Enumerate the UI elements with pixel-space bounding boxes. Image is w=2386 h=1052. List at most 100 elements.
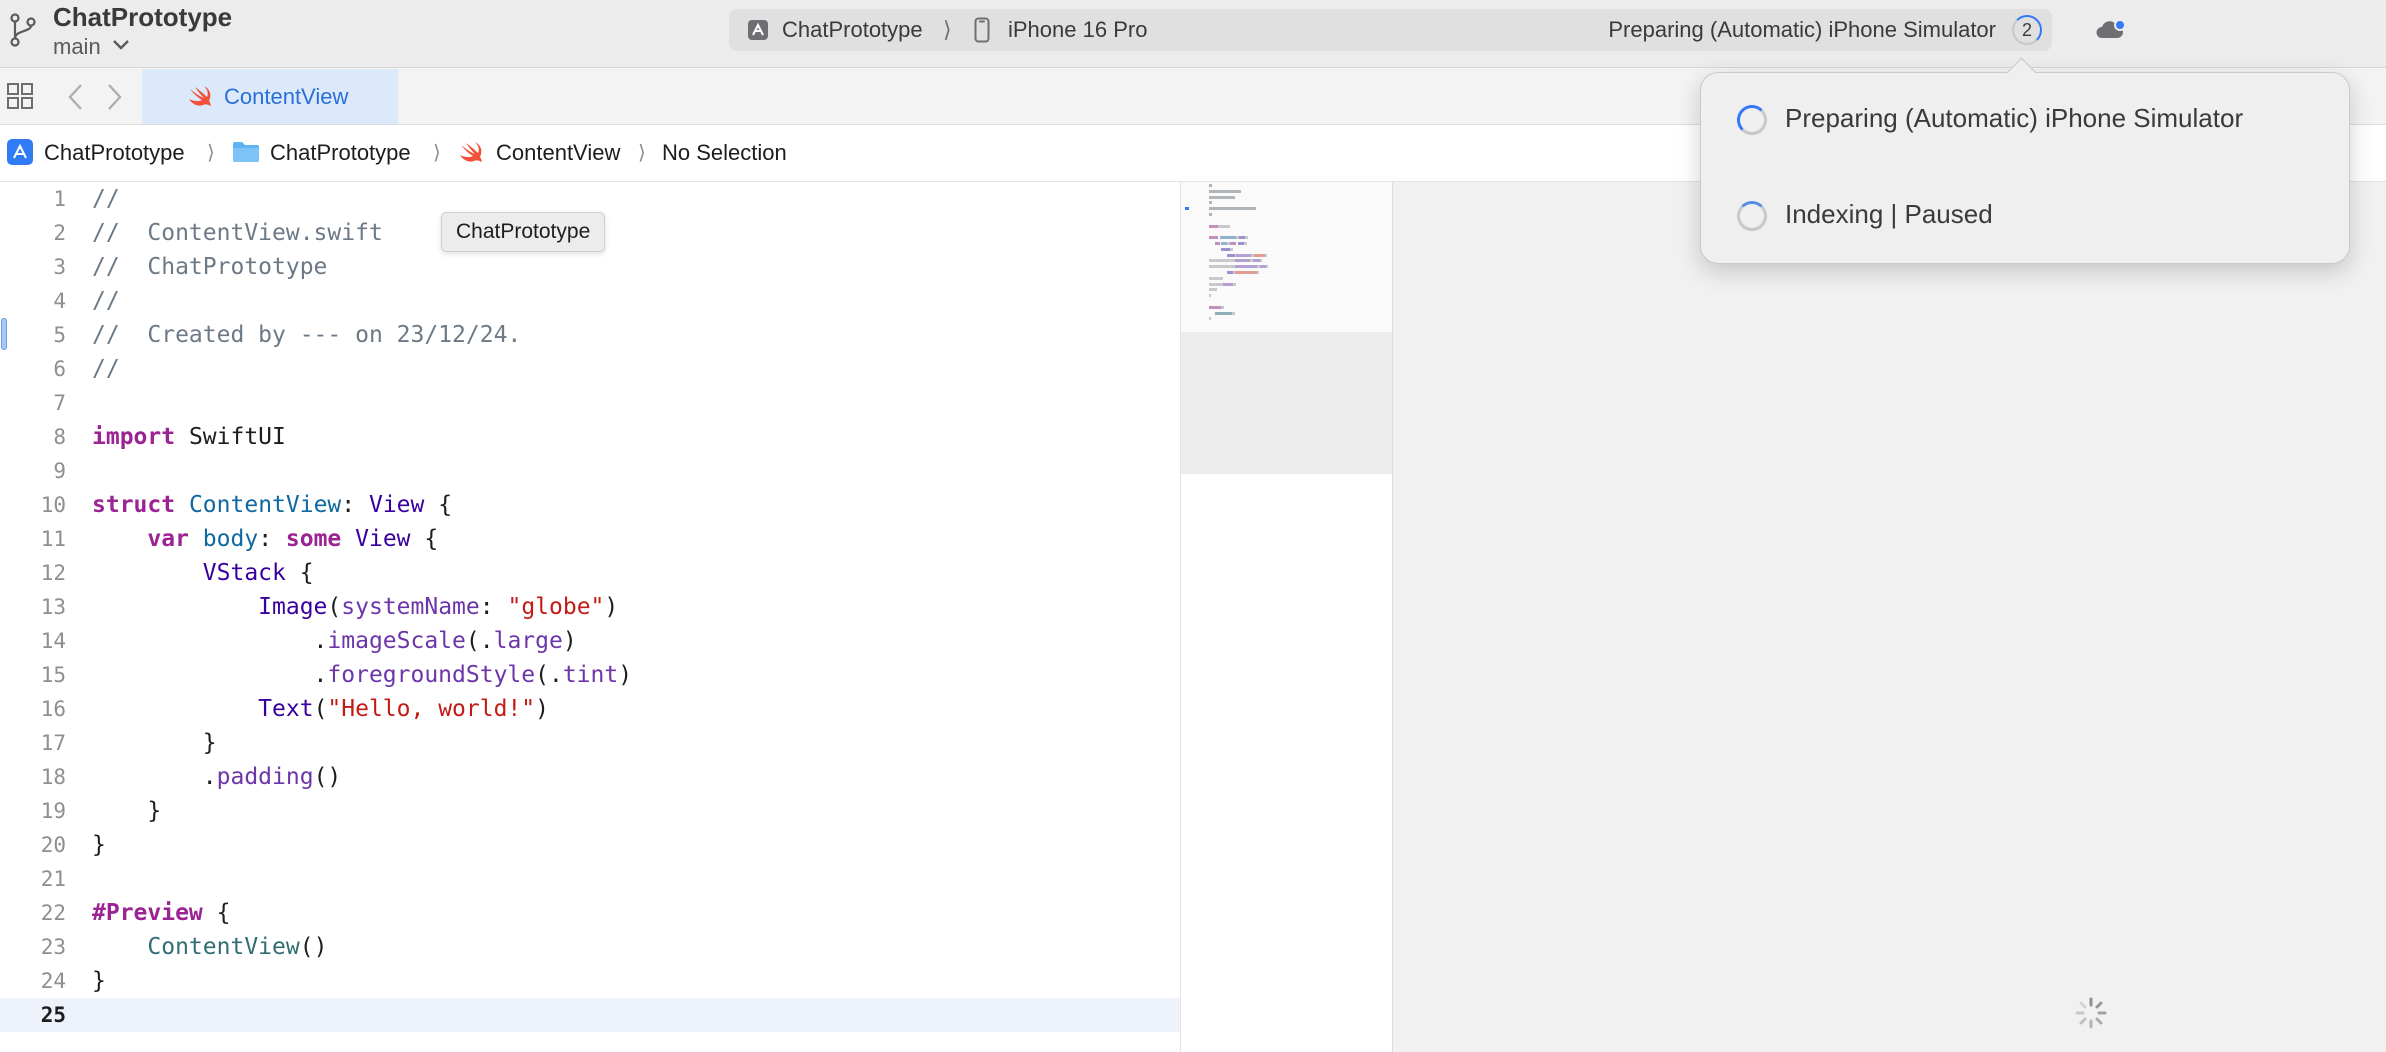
code-line[interactable]: 25 [0,998,1180,1032]
code-line[interactable]: 9 [0,454,1180,488]
code-token-prop: foregroundStyle [327,662,536,688]
code-line[interactable]: 13 Image(systemName: "globe") [0,590,1180,624]
code-token-type: Image [258,594,328,620]
code-text[interactable]: Text("Hello, world!") [92,692,549,726]
code-line[interactable]: 4 // [0,284,1180,318]
code-line[interactable]: 10 struct ContentView: View { [0,488,1180,522]
activity-item-preparing[interactable]: Preparing (Automatic) iPhone Simulator [1737,99,2317,139]
code-token-kw: #Preview [92,900,203,926]
code-token-comment: // [92,356,120,382]
code-text[interactable]: // [92,352,120,386]
code-token-plain: } [92,730,217,756]
minimap-line [1221,305,1224,309]
code-line[interactable]: 15 .foregroundStyle(.tint) [0,658,1180,692]
code-token-prop: padding [216,764,314,790]
code-token-plain: ) [618,662,633,688]
code-text[interactable]: #Preview { [92,896,230,930]
code-text[interactable]: .padding() [92,760,342,794]
run-destination-selector[interactable]: iPhone 16 Pro [1008,17,1147,43]
code-text[interactable]: .foregroundStyle(.tint) [92,658,633,692]
code-text[interactable]: // [92,284,120,318]
code-text[interactable]: // ChatPrototype [92,250,327,284]
minimap-line [1234,265,1257,269]
minimap-line [1209,282,1223,286]
code-line[interactable]: 6 // [0,352,1180,386]
code-token-comment: // [92,186,120,212]
breadcrumb-project[interactable]: ChatPrototype [44,140,185,166]
tab-contentview[interactable]: ContentView [142,69,398,124]
cloud-sync-icon[interactable] [2093,18,2127,42]
code-text[interactable]: } [92,794,161,828]
minimap-visible-region[interactable] [1181,182,1393,334]
code-text[interactable]: ContentView() [92,930,327,964]
forward-chevron-icon[interactable] [106,82,124,112]
code-text[interactable]: var body: some View { [92,522,438,556]
code-text[interactable]: Image(systemName: "globe") [92,590,618,624]
activity-count-badge[interactable]: 2 [2012,15,2042,45]
code-token-decl: ContentView [188,492,342,518]
code-token-plain: } [92,798,162,824]
minimap-line [1230,242,1236,245]
app-project-icon [7,139,33,165]
line-number: 17 [40,731,66,755]
breadcrumb-symbol[interactable]: No Selection [662,140,787,166]
code-line[interactable]: 14 .imageScale(.large) [0,624,1180,658]
minimap[interactable] [1180,182,1393,1052]
back-chevron-icon[interactable] [66,82,84,112]
minimap-line [1219,236,1236,240]
line-number: 3 [53,255,66,279]
code-text[interactable]: // ContentView.swift [92,216,383,250]
branch-selector[interactable]: main [53,34,101,60]
preview-canvas[interactable] [1392,182,2386,1052]
code-text[interactable]: // Created by --- on 23/12/24. [92,318,521,352]
code-text[interactable]: .imageScale(.large) [92,624,577,658]
minimap-line [1234,271,1257,274]
breadcrumb-file[interactable]: ContentView [496,140,620,166]
code-text[interactable]: struct ContentView: View { [92,488,452,522]
code-line[interactable]: 8 import SwiftUI [0,420,1180,454]
code-token-plain: () [299,934,328,960]
code-text[interactable]: VStack { [92,556,314,590]
code-line[interactable]: 11 var body: some View { [0,522,1180,556]
code-text[interactable]: } [92,828,106,862]
line-number: 23 [40,935,66,959]
activity-viewer[interactable]: ChatPrototype ⟩ iPhone 16 Pro Preparing … [729,9,2052,51]
code-line[interactable]: 21 [0,862,1180,896]
code-line[interactable]: 16 Text("Hello, world!") [0,692,1180,726]
code-line[interactable]: 20} [0,828,1180,862]
code-line[interactable]: 12 VStack { [0,556,1180,590]
code-text[interactable]: import SwiftUI [92,420,286,454]
code-token-comment: // ChatPrototype [92,254,328,280]
code-token-str: "globe" [507,594,605,620]
code-token-plain: } [92,968,106,994]
code-token-kw: some [285,526,342,552]
activity-item-indexing[interactable]: Indexing | Paused [1737,195,2317,235]
code-line[interactable]: 18 .padding() [0,760,1180,794]
change-indicator[interactable] [1,318,7,350]
code-line[interactable]: 22 #Preview { [0,896,1180,930]
code-text[interactable]: } [92,726,217,760]
related-items-grid-icon[interactable] [6,82,34,110]
code-line[interactable]: 17 } [0,726,1180,760]
scheme-selector[interactable]: ChatPrototype [782,17,923,43]
code-token-type: VStack [202,560,286,586]
line-number: 9 [53,459,66,483]
code-text[interactable]: } [92,964,106,998]
code-token-prop: tint [562,662,619,688]
source-editor[interactable]: 1 // 2 // ContentView.swift 3 // ChatPrototyp… [0,182,1180,1052]
breadcrumb-group[interactable]: ChatPrototype [270,140,411,166]
code-line[interactable]: 1 // [0,182,1180,216]
code-line[interactable]: 3 // ChatPrototype [0,250,1180,284]
line-number: 25 [40,1003,66,1027]
chevron-down-icon[interactable] [112,38,130,52]
code-token-plain: . [92,764,217,790]
code-line[interactable]: 23 ContentView() [0,930,1180,964]
code-line[interactable]: 19 } [0,794,1180,828]
code-line[interactable]: 24} [0,964,1180,998]
code-text[interactable]: // [92,182,120,216]
source-control-branch-icon[interactable] [8,12,38,48]
code-line[interactable]: 5 // Created by --- on 23/12/24. [0,318,1180,352]
code-line[interactable]: 7 [0,386,1180,420]
